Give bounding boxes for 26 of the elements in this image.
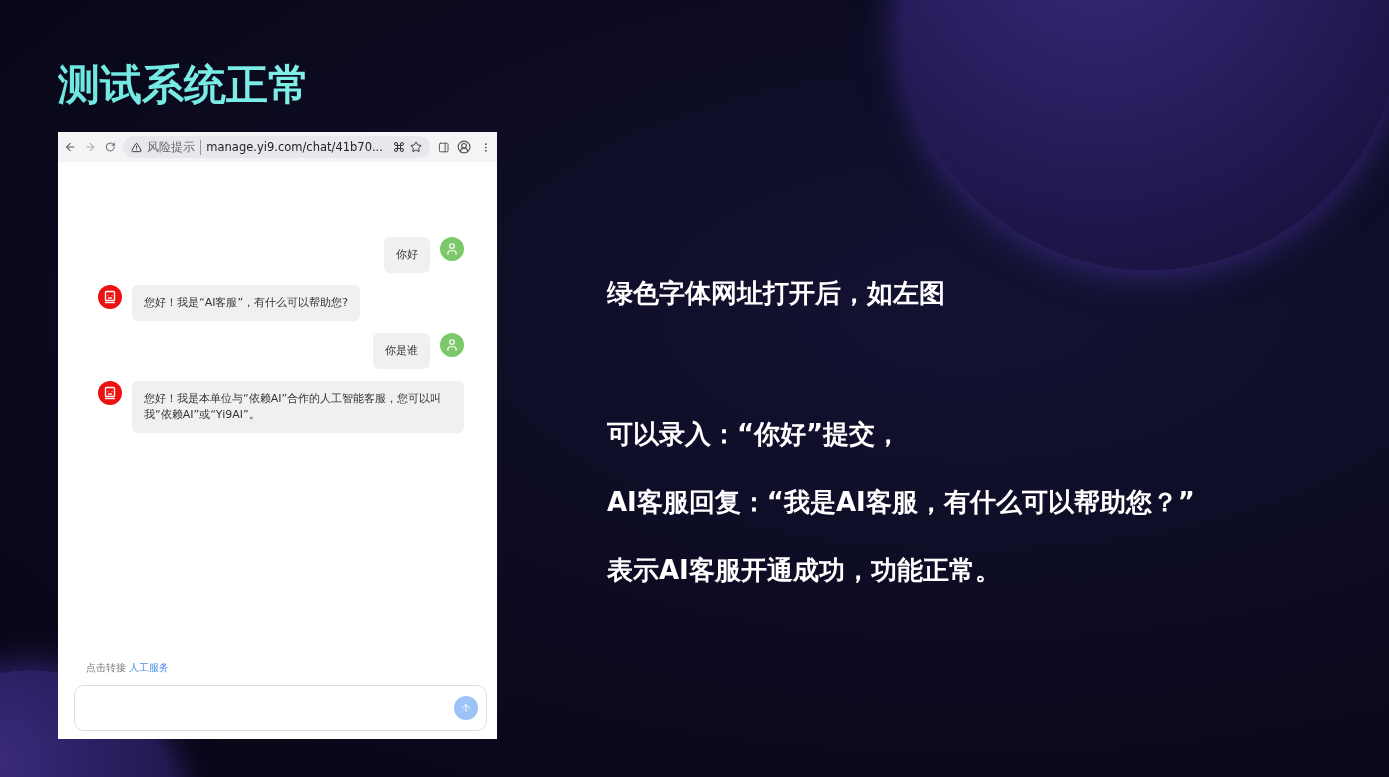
robot-icon — [103, 386, 117, 400]
reload-icon[interactable] — [104, 141, 116, 153]
warning-label: 风险提示 — [147, 139, 202, 155]
url-text: manage.yi9.com/chat/41b70... — [206, 140, 383, 154]
back-icon[interactable] — [64, 140, 77, 154]
command-icon[interactable] — [392, 141, 405, 153]
bot-message: 您好！我是“AI客服”，有什么可以帮助您? — [132, 285, 360, 321]
side-panel-icon[interactable] — [437, 140, 450, 154]
human-service-link[interactable]: 人工服务 — [129, 662, 170, 673]
note-text: 绿色字体网址打开后，如左图 — [607, 277, 946, 310]
user-message: 你好 — [384, 237, 430, 273]
warning-icon — [131, 141, 143, 153]
arrow-up-icon — [460, 702, 472, 714]
user-icon — [445, 242, 459, 256]
note-text: AI客服回复：“我是AI客服，有什么可以帮助您？” — [607, 486, 1195, 519]
bot-message: 您好！我是本单位与“依赖AI”合作的人工智能客服，您可以叫我“依赖AI”或“Yi9AI”。 — [132, 381, 464, 433]
transfer-hint: 点击转接 人工服务 — [85, 662, 171, 675]
note-text: 表示AI客服开通成功，功能正常。 — [607, 554, 1002, 587]
note-text: 可以录入：“你好”提交， — [607, 418, 903, 451]
robot-icon — [103, 290, 117, 304]
bookmark-star-icon[interactable] — [409, 141, 422, 153]
profile-icon[interactable] — [457, 139, 472, 155]
message-input[interactable] — [74, 685, 487, 731]
user-icon — [445, 338, 459, 352]
address-bar[interactable]: 风险提示 manage.yi9.com/chat/41b70... — [123, 136, 430, 158]
user-message: 你是谁 — [373, 333, 430, 369]
